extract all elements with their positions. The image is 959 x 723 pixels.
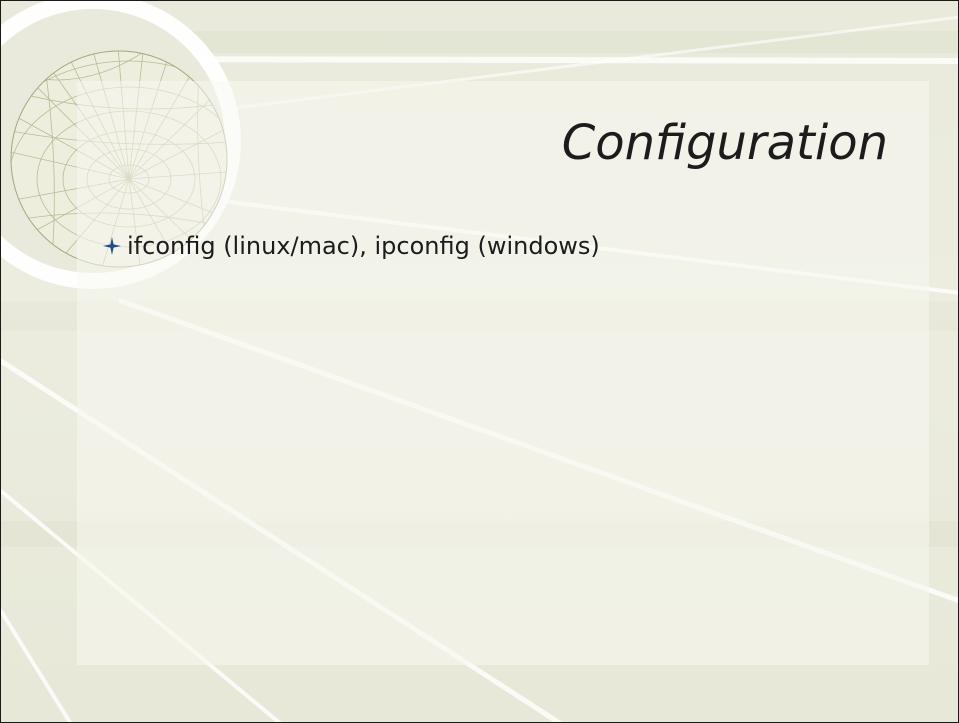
bullet-text: ifconfig (linux/mac), ipconfig (windows) (127, 232, 600, 260)
slide-title: Configuration (561, 115, 888, 171)
bullet-list: ifconfig (linux/mac), ipconfig (windows) (101, 229, 600, 263)
list-item: ifconfig (linux/mac), ipconfig (windows) (101, 229, 600, 263)
four-point-star-icon (103, 237, 121, 255)
slide: Configuration ifconfig (linux/mac), ipco… (0, 0, 959, 723)
